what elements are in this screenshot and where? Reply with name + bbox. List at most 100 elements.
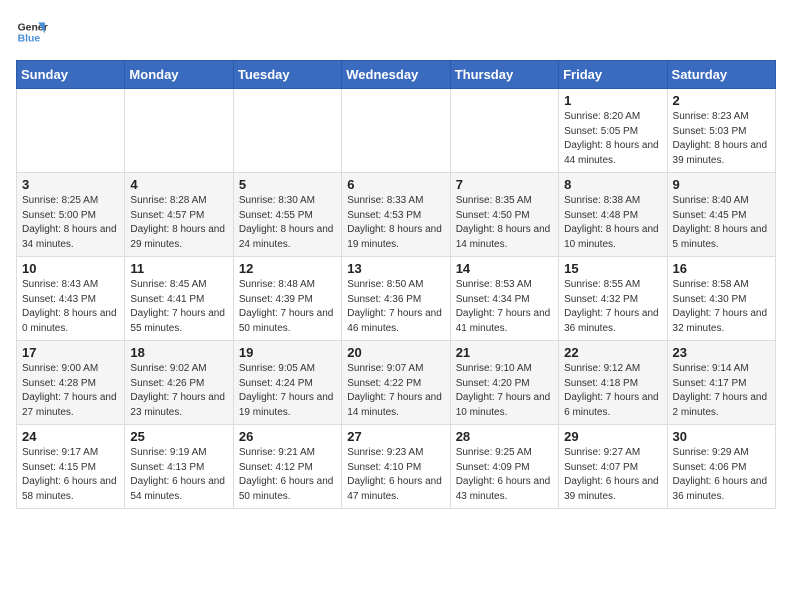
calendar-week-row: 3 Sunrise: 8:25 AMSunset: 5:00 PMDaylight… xyxy=(17,173,776,257)
day-info: Sunrise: 8:45 AMSunset: 4:41 PMDaylight:… xyxy=(130,279,225,334)
day-number: 3 xyxy=(22,177,119,192)
day-number: 11 xyxy=(130,261,227,276)
column-header-sunday: Sunday xyxy=(17,61,125,89)
calendar-cell: 5 Sunrise: 8:30 AMSunset: 4:55 PMDaylight… xyxy=(233,173,341,257)
day-number: 26 xyxy=(239,429,336,444)
calendar-cell: 17 Sunrise: 9:00 AMSunset: 4:28 PMDayligh… xyxy=(17,341,125,425)
day-info: Sunrise: 9:12 AMSunset: 4:18 PMDaylight:… xyxy=(564,363,659,418)
calendar-cell: 2Sunrise: 8:23 AMSunset: 5:03 PMDaylight… xyxy=(667,89,775,173)
day-number: 15 xyxy=(564,261,661,276)
day-info: Sunrise: 8:38 AMSunset: 4:48 PMDaylight:… xyxy=(564,195,659,250)
calendar-table: SundayMondayTuesdayWednesdayThursdayFrid… xyxy=(16,60,776,509)
page-header: General Blue xyxy=(16,16,776,48)
calendar-cell: 7Sunrise: 8:35 AMSunset: 4:50 PMDaylight… xyxy=(450,173,558,257)
day-info: Sunrise: 9:14 AMSunset: 4:17 PMDaylight:… xyxy=(673,363,768,418)
day-info: Sunrise: 9:19 AMSunset: 4:13 PMDaylight:… xyxy=(130,447,225,502)
day-number: 28 xyxy=(456,429,553,444)
calendar-cell xyxy=(450,89,558,173)
day-info: Sunrise: 8:25 AMSunset: 5:00 PMDaylight:… xyxy=(22,195,117,250)
calendar-week-row: 1 Sunrise: 8:20 AMSunset: 5:05 PMDaylight… xyxy=(17,89,776,173)
day-number: 18 xyxy=(130,345,227,360)
day-info: Sunrise: 8:40 AMSunset: 4:45 PMDaylight:… xyxy=(673,195,768,250)
calendar-cell: 28 Sunrise: 9:25 AMSunset: 4:09 PMDayligh… xyxy=(450,425,558,509)
calendar-cell: 27 Sunrise: 9:23 AMSunset: 4:10 PMDayligh… xyxy=(342,425,450,509)
logo: General Blue xyxy=(16,16,48,48)
day-number: 17 xyxy=(22,345,119,360)
column-header-saturday: Saturday xyxy=(667,61,775,89)
day-number: 25 xyxy=(130,429,227,444)
day-info: Sunrise: 9:29 AMSunset: 4:06 PMDaylight:… xyxy=(673,447,768,502)
day-info: Sunrise: 9:00 AMSunset: 4:28 PMDaylight:… xyxy=(22,363,117,418)
calendar-cell xyxy=(125,89,233,173)
day-number: 14 xyxy=(456,261,553,276)
calendar-cell: 15 Sunrise: 8:55 AMSunset: 4:32 PMDayligh… xyxy=(559,257,667,341)
calendar-week-row: 10 Sunrise: 8:43 AMSunset: 4:43 PMDayligh… xyxy=(17,257,776,341)
calendar-cell: 30 Sunrise: 9:29 AMSunset: 4:06 PMDayligh… xyxy=(667,425,775,509)
day-number: 29 xyxy=(564,429,661,444)
calendar-cell: 19 Sunrise: 9:05 AMSunset: 4:24 PMDayligh… xyxy=(233,341,341,425)
day-number: 5 xyxy=(239,177,336,192)
day-number: 12 xyxy=(239,261,336,276)
day-info: Sunrise: 9:25 AMSunset: 4:09 PMDaylight:… xyxy=(456,447,551,502)
day-info: Sunrise: 8:20 AMSunset: 5:05 PMDaylight:… xyxy=(564,111,659,166)
day-number: 22 xyxy=(564,345,661,360)
day-info: Sunrise: 9:10 AMSunset: 4:20 PMDaylight:… xyxy=(456,363,551,418)
calendar-cell: 16 Sunrise: 8:58 AMSunset: 4:30 PMDayligh… xyxy=(667,257,775,341)
calendar-header-row: SundayMondayTuesdayWednesdayThursdayFrid… xyxy=(17,61,776,89)
calendar-cell: 10 Sunrise: 8:43 AMSunset: 4:43 PMDayligh… xyxy=(17,257,125,341)
calendar-cell: 22 Sunrise: 9:12 AMSunset: 4:18 PMDayligh… xyxy=(559,341,667,425)
column-header-tuesday: Tuesday xyxy=(233,61,341,89)
day-info: Sunrise: 8:53 AMSunset: 4:34 PMDaylight:… xyxy=(456,279,551,334)
day-number: 8 xyxy=(564,177,661,192)
calendar-cell: 18Sunrise: 9:02 AMSunset: 4:26 PMDayligh… xyxy=(125,341,233,425)
day-number: 9 xyxy=(673,177,770,192)
day-info: Sunrise: 8:48 AMSunset: 4:39 PMDaylight:… xyxy=(239,279,334,334)
day-number: 16 xyxy=(673,261,770,276)
day-number: 7 xyxy=(456,177,553,192)
calendar-week-row: 17 Sunrise: 9:00 AMSunset: 4:28 PMDayligh… xyxy=(17,341,776,425)
calendar-cell: 6 Sunrise: 8:33 AMSunset: 4:53 PMDaylight… xyxy=(342,173,450,257)
day-number: 24 xyxy=(22,429,119,444)
calendar-cell: 23 Sunrise: 9:14 AMSunset: 4:17 PMDayligh… xyxy=(667,341,775,425)
calendar-cell: 12 Sunrise: 8:48 AMSunset: 4:39 PMDayligh… xyxy=(233,257,341,341)
day-info: Sunrise: 8:33 AMSunset: 4:53 PMDaylight:… xyxy=(347,195,442,250)
day-number: 13 xyxy=(347,261,444,276)
day-info: Sunrise: 9:23 AMSunset: 4:10 PMDaylight:… xyxy=(347,447,442,502)
day-number: 27 xyxy=(347,429,444,444)
column-header-wednesday: Wednesday xyxy=(342,61,450,89)
calendar-cell: 9 Sunrise: 8:40 AMSunset: 4:45 PMDaylight… xyxy=(667,173,775,257)
day-info: Sunrise: 8:58 AMSunset: 4:30 PMDaylight:… xyxy=(673,279,768,334)
day-info: Sunrise: 9:05 AMSunset: 4:24 PMDaylight:… xyxy=(239,363,334,418)
column-header-thursday: Thursday xyxy=(450,61,558,89)
day-number: 6 xyxy=(347,177,444,192)
calendar-cell: 26 Sunrise: 9:21 AMSunset: 4:12 PMDayligh… xyxy=(233,425,341,509)
day-info: Sunrise: 8:43 AMSunset: 4:43 PMDaylight:… xyxy=(22,279,117,334)
day-info: Sunrise: 9:17 AMSunset: 4:15 PMDaylight:… xyxy=(22,447,117,502)
calendar-cell: 25 Sunrise: 9:19 AMSunset: 4:13 PMDayligh… xyxy=(125,425,233,509)
day-number: 10 xyxy=(22,261,119,276)
calendar-cell: 14 Sunrise: 8:53 AMSunset: 4:34 PMDayligh… xyxy=(450,257,558,341)
day-number: 23 xyxy=(673,345,770,360)
calendar-cell: 20 Sunrise: 9:07 AMSunset: 4:22 PMDayligh… xyxy=(342,341,450,425)
day-info: Sunrise: 8:30 AMSunset: 4:55 PMDaylight:… xyxy=(239,195,334,250)
day-number: 2 xyxy=(673,93,770,108)
calendar-cell: 13Sunrise: 8:50 AMSunset: 4:36 PMDayligh… xyxy=(342,257,450,341)
calendar-cell: 24 Sunrise: 9:17 AMSunset: 4:15 PMDayligh… xyxy=(17,425,125,509)
calendar-cell: 11 Sunrise: 8:45 AMSunset: 4:41 PMDayligh… xyxy=(125,257,233,341)
day-number: 30 xyxy=(673,429,770,444)
day-number: 4 xyxy=(130,177,227,192)
day-info: Sunrise: 9:21 AMSunset: 4:12 PMDaylight:… xyxy=(239,447,334,502)
day-number: 1 xyxy=(564,93,661,108)
day-info: Sunrise: 8:55 AMSunset: 4:32 PMDaylight:… xyxy=(564,279,659,334)
day-number: 20 xyxy=(347,345,444,360)
calendar-cell: 4Sunrise: 8:28 AMSunset: 4:57 PMDaylight… xyxy=(125,173,233,257)
day-info: Sunrise: 9:07 AMSunset: 4:22 PMDaylight:… xyxy=(347,363,442,418)
calendar-cell xyxy=(233,89,341,173)
logo-icon: General Blue xyxy=(16,16,48,48)
calendar-cell: 8 Sunrise: 8:38 AMSunset: 4:48 PMDaylight… xyxy=(559,173,667,257)
calendar-cell xyxy=(17,89,125,173)
day-number: 19 xyxy=(239,345,336,360)
calendar-cell xyxy=(342,89,450,173)
column-header-friday: Friday xyxy=(559,61,667,89)
calendar-cell: 3 Sunrise: 8:25 AMSunset: 5:00 PMDaylight… xyxy=(17,173,125,257)
